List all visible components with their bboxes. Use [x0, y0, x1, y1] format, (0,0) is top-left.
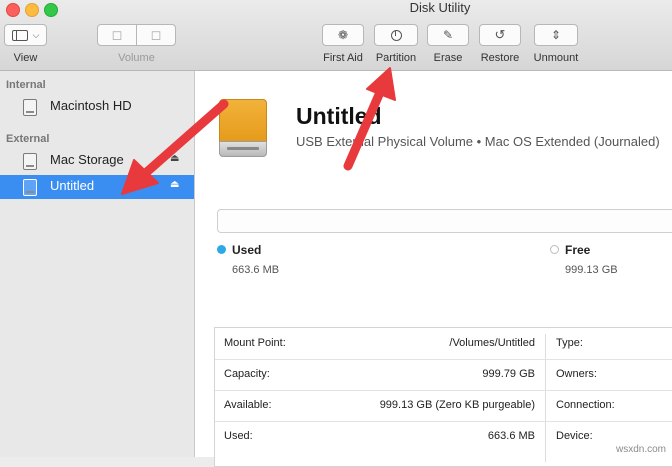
arrow-to-untitled: [121, 99, 229, 195]
arrow-to-partition: [343, 67, 396, 171]
annotation-arrows: [121, 67, 396, 195]
watermark: wsxdn.com: [615, 444, 666, 455]
